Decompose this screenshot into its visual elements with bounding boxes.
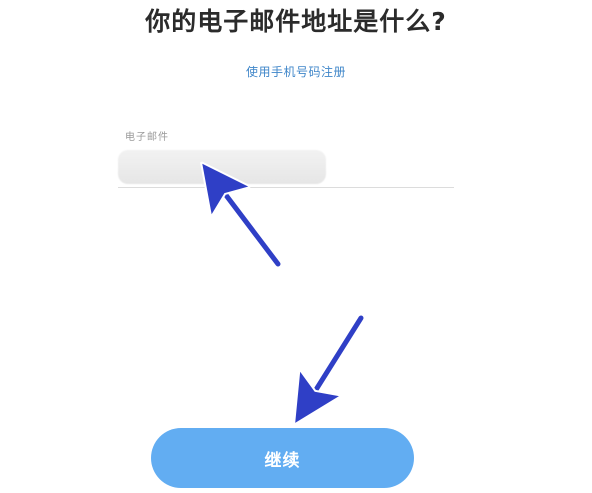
arrow-icon xyxy=(302,313,366,412)
page-title: 你的电子邮件地址是什么? xyxy=(145,7,447,36)
phone-signup-link[interactable]: 使用手机号码注册 xyxy=(0,63,592,80)
email-label: 电子邮件 xyxy=(125,132,169,143)
email-input[interactable] xyxy=(118,150,326,184)
email-underline xyxy=(118,187,454,188)
continue-button[interactable]: 继续 xyxy=(151,428,414,488)
